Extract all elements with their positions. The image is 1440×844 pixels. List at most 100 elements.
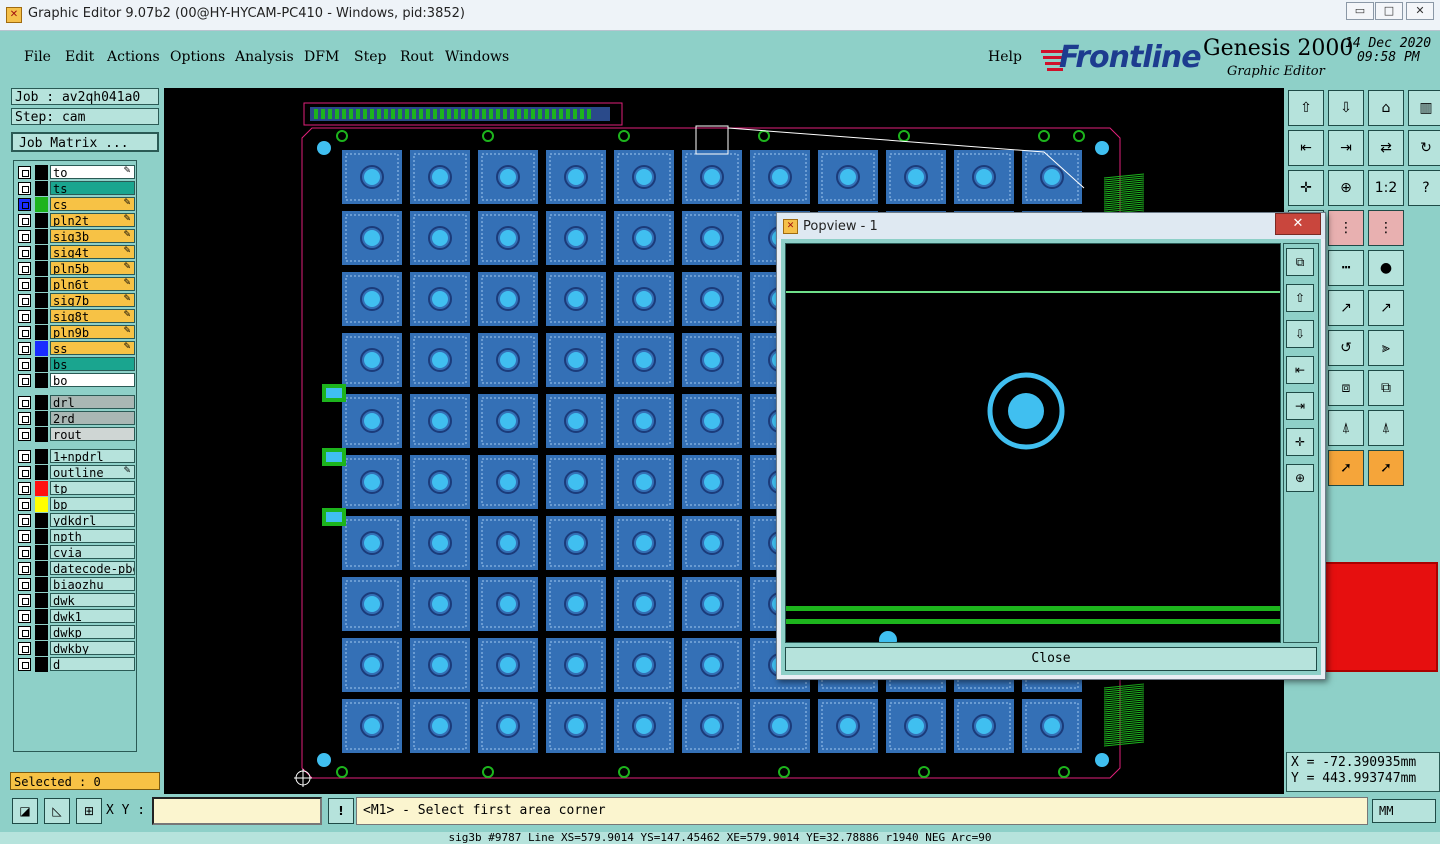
layer-name[interactable]: pln9b ✎ — [50, 325, 135, 339]
pad-box-icon[interactable]: ⧈ — [1328, 370, 1364, 406]
layer-color-swatch[interactable] — [35, 213, 48, 228]
layer-name[interactable]: ss ✎ — [50, 341, 135, 355]
layer-color-swatch[interactable] — [35, 497, 48, 512]
popview-close-button[interactable]: Close — [785, 647, 1317, 671]
warning-button[interactable]: ! — [328, 798, 354, 824]
layer-name[interactable]: bp — [50, 497, 135, 511]
house-icon[interactable]: ⌂ — [1368, 90, 1404, 126]
layer-name[interactable]: cs ✎ — [50, 197, 135, 211]
toggle-icon[interactable]: ⇄ — [1368, 130, 1404, 166]
layer-checkbox[interactable] — [18, 358, 31, 371]
layer-name[interactable]: pln5b ✎ — [50, 261, 135, 275]
layer-color-swatch[interactable] — [35, 411, 48, 426]
layer-color-swatch[interactable] — [35, 465, 48, 480]
layer-name[interactable]: sig7b ✎ — [50, 293, 135, 307]
menu-analysis[interactable]: Analysis — [235, 49, 294, 65]
layer-row-tp[interactable]: tp — [18, 481, 135, 496]
select-c-icon[interactable]: ➚ — [1368, 450, 1404, 486]
layer-checkbox[interactable] — [18, 482, 31, 495]
layer-checkbox[interactable] — [18, 326, 31, 339]
layer-checkbox[interactable] — [18, 530, 31, 543]
zoom-back-icon[interactable]: ⇤ — [1288, 130, 1324, 166]
layer-row-ss[interactable]: ss ✎ — [18, 341, 135, 356]
menu-actions[interactable]: Actions — [107, 49, 160, 65]
layer-color-swatch[interactable] — [35, 481, 48, 496]
layer-row-drl[interactable]: drl — [18, 395, 135, 410]
layer-row-sig3b[interactable]: sig3b ✎ — [18, 229, 135, 244]
layer-name[interactable]: sig3b ✎ — [50, 229, 135, 243]
layer-color-swatch[interactable] — [35, 229, 48, 244]
layer-name[interactable]: dwk1 — [50, 609, 135, 623]
layer-row-sig7b[interactable]: sig7b ✎ — [18, 293, 135, 308]
one-to-one-icon[interactable]: 1:2 — [1368, 170, 1404, 206]
popview-forward-icon[interactable]: ⇥ — [1286, 392, 1314, 420]
layer-checkbox[interactable] — [18, 594, 31, 607]
layer-name[interactable]: tp — [50, 481, 135, 495]
layer-checkbox[interactable] — [18, 278, 31, 291]
home-down-icon[interactable]: ⇩ — [1328, 90, 1364, 126]
layer-name[interactable]: sig4t ✎ — [50, 245, 135, 259]
layer-checkbox[interactable] — [18, 412, 31, 425]
layer-name[interactable]: ts — [50, 181, 135, 195]
minimize-button[interactable]: ▭ — [1346, 2, 1374, 20]
job-matrix-button[interactable]: Job Matrix ... — [11, 132, 159, 152]
layer-color-swatch[interactable] — [35, 427, 48, 442]
popview-fit-icon[interactable]: ✛ — [1286, 428, 1314, 456]
select-b-icon[interactable]: ➚ — [1328, 450, 1364, 486]
layer-checkbox[interactable] — [18, 294, 31, 307]
layer-checkbox[interactable] — [18, 514, 31, 527]
layer-name[interactable]: dwk — [50, 593, 135, 607]
layer-row-ts[interactable]: ts — [18, 181, 135, 196]
layer-name[interactable]: d — [50, 657, 135, 671]
menu-edit[interactable]: Edit — [65, 49, 94, 65]
layer-name[interactable]: pln2t ✎ — [50, 213, 135, 227]
layer-color-swatch[interactable] — [35, 625, 48, 640]
menu-dfm[interactable]: DFM — [304, 49, 339, 65]
layer-row-dwkp[interactable]: dwkp — [18, 625, 135, 640]
xy-input[interactable] — [152, 797, 322, 825]
layer-checkbox[interactable] — [18, 246, 31, 259]
layer-checkbox[interactable] — [18, 198, 31, 211]
fit-icon[interactable]: ✛ — [1288, 170, 1324, 206]
layer-color-swatch[interactable] — [35, 657, 48, 672]
layer-row-bp[interactable]: bp — [18, 497, 135, 512]
layer-color-swatch[interactable] — [35, 197, 48, 212]
layer-name[interactable]: cvia — [50, 545, 135, 559]
layer-checkbox[interactable] — [18, 374, 31, 387]
layer-row-bo[interactable]: bo — [18, 373, 135, 388]
popview-zoom-icon[interactable]: ⧉ — [1286, 248, 1314, 276]
layer-row-dwkby[interactable]: dwkby — [18, 641, 135, 656]
layer-checkbox[interactable] — [18, 428, 31, 441]
arc-icon[interactable]: ↺ — [1328, 330, 1364, 366]
menu-windows[interactable]: Windows — [445, 49, 509, 65]
net-icon[interactable]: ⋮ — [1328, 210, 1364, 246]
layer-row-dwk[interactable]: dwk — [18, 593, 135, 608]
center-icon[interactable]: ⊕ — [1328, 170, 1364, 206]
layer-name[interactable]: rout — [50, 427, 135, 441]
layer-checkbox[interactable] — [18, 310, 31, 323]
home-up-icon[interactable]: ⇧ — [1288, 90, 1324, 126]
layer-color-swatch[interactable] — [35, 309, 48, 324]
layer-row-pln5b[interactable]: pln5b ✎ — [18, 261, 135, 276]
arrow-c-icon[interactable]: ⍋ — [1368, 410, 1404, 446]
layer-checkbox[interactable] — [18, 626, 31, 639]
layer-checkbox[interactable] — [18, 182, 31, 195]
layer-color-swatch[interactable] — [35, 165, 48, 180]
close-button[interactable]: ✕ — [1406, 2, 1434, 20]
layer-name[interactable]: sig8t ✎ — [50, 309, 135, 323]
maximize-button[interactable]: □ — [1375, 2, 1403, 20]
menu-options[interactable]: Options — [170, 49, 225, 65]
angle-mode-icon[interactable]: ◺ — [44, 798, 70, 824]
layer-name[interactable]: bo — [50, 373, 135, 387]
layer-checkbox[interactable] — [18, 498, 31, 511]
layer-color-swatch[interactable] — [35, 341, 48, 356]
layer-name[interactable]: outline ✎ — [50, 465, 135, 479]
menu-step[interactable]: Step — [354, 49, 386, 65]
layer-color-swatch[interactable] — [35, 641, 48, 656]
layer-checkbox[interactable] — [18, 166, 31, 179]
layer-checkbox[interactable] — [18, 658, 31, 671]
layer-color-swatch[interactable] — [35, 593, 48, 608]
layer-row-datecode-pbe[interactable]: datecode-pbe — [18, 561, 135, 576]
layer-name[interactable]: bs — [50, 357, 135, 371]
layer-color-swatch[interactable] — [35, 325, 48, 340]
